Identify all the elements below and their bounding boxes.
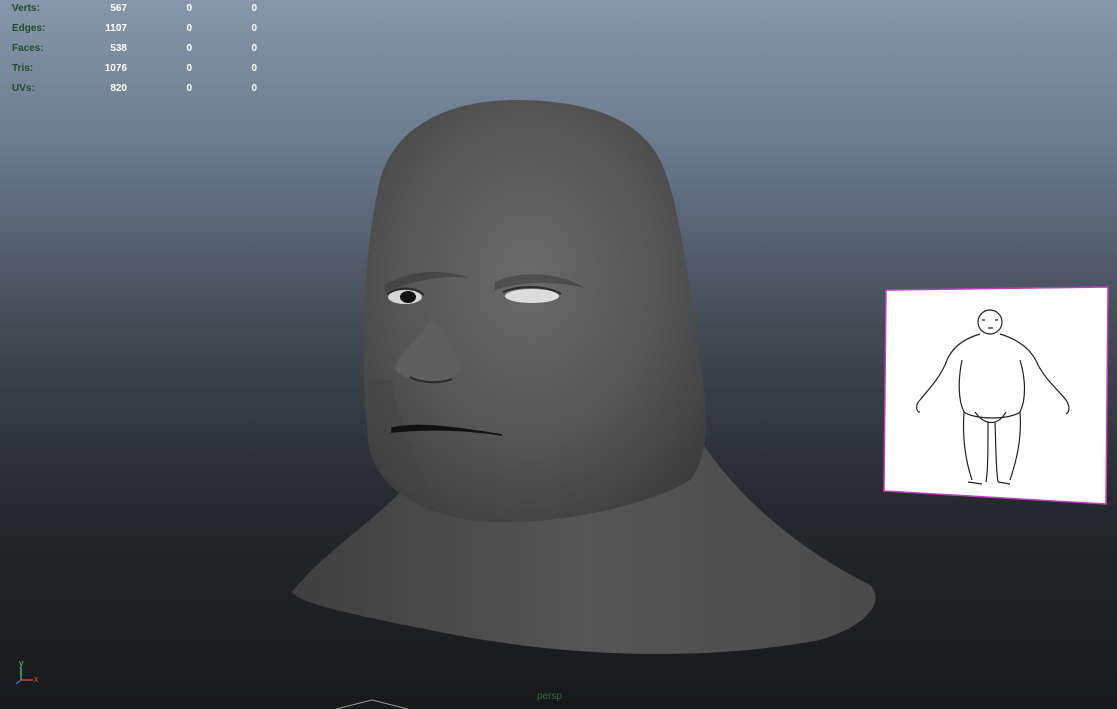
perspective-viewport[interactable]: Verts: 567 0 0 Edges: 1107 0 0 Faces: 53… xyxy=(0,0,1117,709)
hud-value: 0 xyxy=(186,3,192,14)
hud-value: 0 xyxy=(186,23,192,34)
hud-label: Tris: xyxy=(12,63,34,74)
grid-line xyxy=(335,699,409,709)
hud-value: 1107 xyxy=(105,23,127,34)
hud-label: UVs: xyxy=(12,83,35,94)
hud-value: 567 xyxy=(110,3,127,14)
hud-row-faces: Faces: 538 0 0 xyxy=(0,43,270,57)
hud-row-tris: Tris: 1076 0 0 xyxy=(0,63,270,77)
axis-z-line xyxy=(15,679,22,685)
right-eye xyxy=(505,289,559,303)
scene-canvas[interactable] xyxy=(0,0,1117,709)
hud-row-edges: Edges: 1107 0 0 xyxy=(0,23,270,37)
hud-value: 0 xyxy=(251,23,257,34)
hud-value: 0 xyxy=(186,83,192,94)
hud-row-verts: Verts: 567 0 0 xyxy=(0,3,270,17)
hud-value: 0 xyxy=(251,43,257,54)
hud-value: 1076 xyxy=(104,63,127,74)
hud-value: 0 xyxy=(251,3,257,14)
hud-label: Verts: xyxy=(12,3,40,14)
hud-row-uvs: UVs: 820 0 0 xyxy=(0,83,270,97)
hud-value: 0 xyxy=(251,83,257,94)
axis-x-label: x xyxy=(34,674,39,684)
hud-value: 820 xyxy=(110,83,127,94)
hud-value: 0 xyxy=(186,43,192,54)
hud-label: Faces: xyxy=(12,43,44,54)
axis-y-label: y xyxy=(19,658,24,668)
camera-name-label: persp xyxy=(537,691,563,702)
hud-label: Edges: xyxy=(12,23,46,34)
hud-value: 0 xyxy=(186,63,192,74)
hud-value: 538 xyxy=(110,43,127,54)
hud-value: 0 xyxy=(251,63,257,74)
